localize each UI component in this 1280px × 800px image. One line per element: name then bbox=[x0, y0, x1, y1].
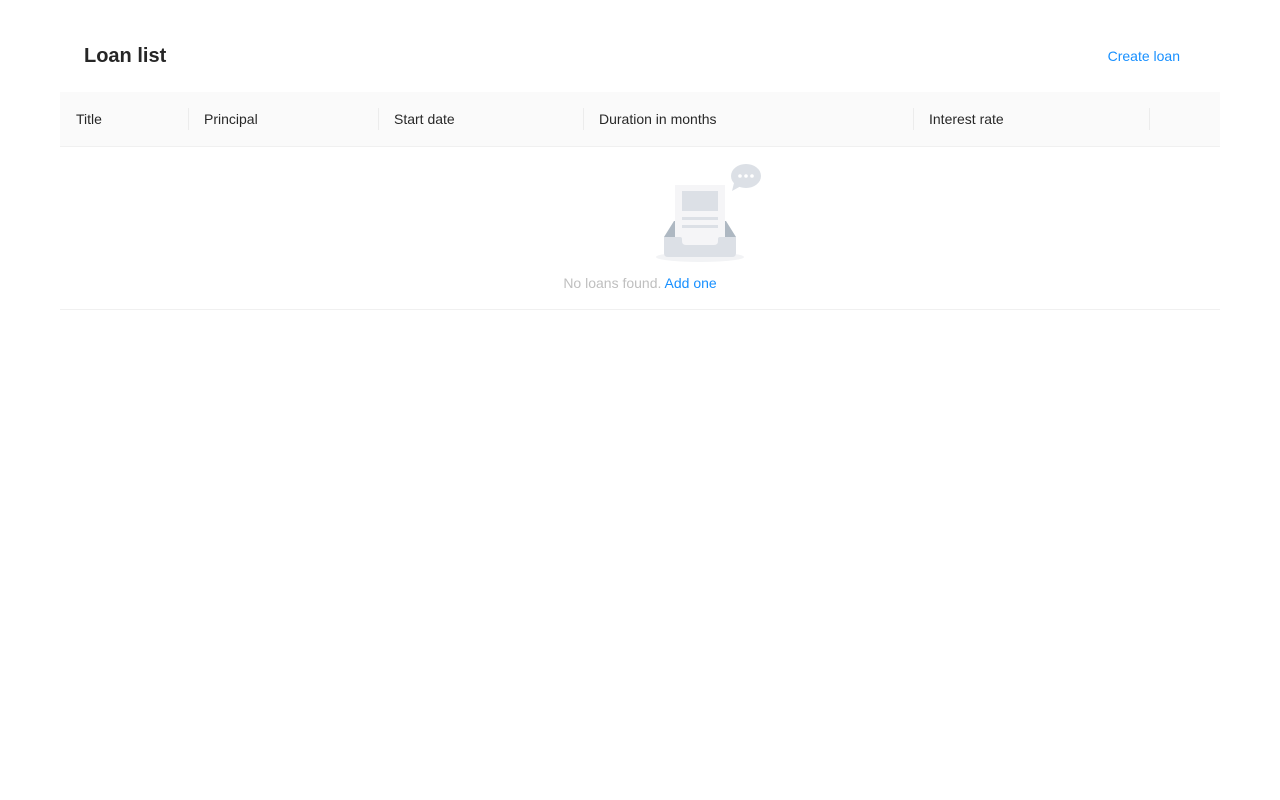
empty-state: No loans found. Add one bbox=[60, 147, 1220, 310]
column-header-interest-rate[interactable]: Interest rate bbox=[913, 92, 1149, 146]
loan-list-page: Loan list Create loan Title Principal St… bbox=[0, 0, 1280, 800]
empty-description: No loans found. bbox=[563, 275, 662, 291]
empty-inbox-icon bbox=[656, 164, 761, 262]
add-loan-link[interactable]: Add one bbox=[665, 275, 717, 291]
loan-table: Title Principal Start date Duration in m… bbox=[60, 92, 1220, 310]
table-header: Title Principal Start date Duration in m… bbox=[60, 92, 1220, 147]
create-loan-link[interactable]: Create loan bbox=[1108, 47, 1180, 65]
page-header: Loan list Create loan bbox=[60, 28, 1220, 84]
column-header-title[interactable]: Title bbox=[60, 92, 188, 146]
empty-message: No loans found. Add one bbox=[60, 273, 1220, 293]
page-title: Loan list bbox=[84, 45, 167, 67]
column-header-principal[interactable]: Principal bbox=[188, 92, 378, 146]
column-header-start-date[interactable]: Start date bbox=[378, 92, 583, 146]
column-header-duration[interactable]: Duration in months bbox=[583, 92, 913, 146]
column-header-actions bbox=[1149, 92, 1220, 146]
